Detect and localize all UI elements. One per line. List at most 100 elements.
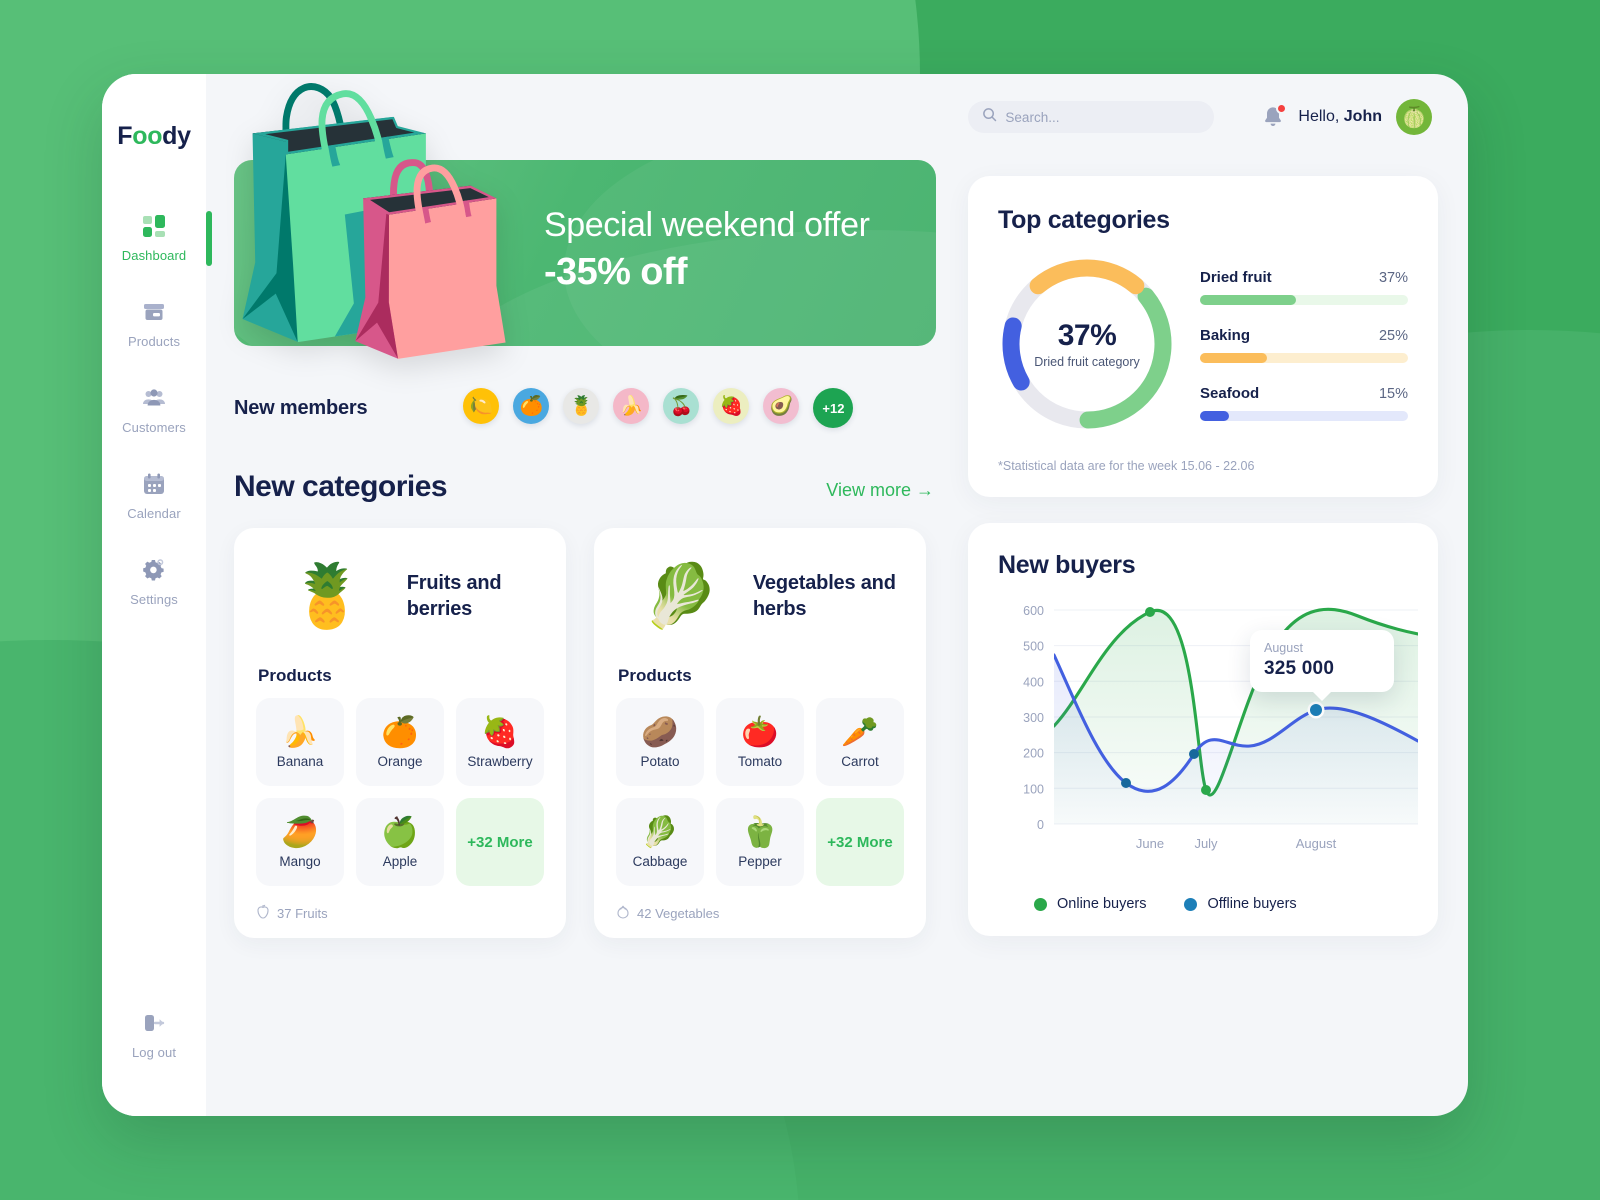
y-tick-600: 600	[1023, 604, 1044, 618]
banana-icon: 🍌	[281, 715, 319, 749]
avatar[interactable]: 🍈	[1396, 99, 1432, 135]
chart-legend: Online buyers Offline buyers	[998, 896, 1408, 912]
legend-item-offline[interactable]: Offline buyers	[1184, 896, 1297, 912]
donut-chart: 37% Dried fruit category	[998, 255, 1176, 433]
dashboard-icon	[141, 213, 167, 239]
product-name: Cabbage	[632, 853, 688, 869]
product-tile[interactable]: 🍊 Orange	[356, 698, 444, 786]
product-name: Strawberry	[467, 753, 533, 769]
carrot-icon: 🥕	[841, 715, 879, 749]
product-tile[interactable]: 🍌 Banana	[256, 698, 344, 786]
product-tile[interactable]: 🥬 Cabbage	[616, 798, 704, 886]
category-bar-track	[1200, 295, 1408, 305]
sidebar: Foody Dashboard Products Customers Calen…	[102, 74, 212, 1116]
category-name: Fruits and berries	[406, 572, 502, 620]
greeting-text: Hello, John	[1298, 108, 1382, 126]
tomato-icon: 🍅	[741, 715, 779, 749]
sidebar-item-label: Products	[127, 334, 181, 349]
logo-part-1: F	[117, 122, 133, 150]
category-name: Vegetables and herbs	[752, 572, 896, 620]
sidebar-item-dashboard[interactable]: Dashboard	[102, 195, 212, 281]
search-input[interactable]	[1005, 109, 1201, 125]
product-name: Carrot	[841, 753, 879, 769]
product-name: Banana	[276, 753, 324, 769]
product-name: Pepper	[738, 853, 782, 869]
gear-icon	[141, 557, 167, 583]
y-tick-400: 400	[1023, 675, 1044, 689]
member-avatar[interactable]: 🍓	[713, 388, 750, 424]
people-icon	[141, 385, 167, 411]
donut-caption: Dried fruit category	[1034, 355, 1140, 369]
member-avatar[interactable]: 🍍	[563, 388, 600, 424]
notification-bell-button[interactable]	[1262, 103, 1288, 129]
product-name: Potato	[640, 753, 680, 769]
y-tick-100: 100	[1023, 782, 1044, 796]
product-grid: 🍌 Banana 🍊 Orange 🍓 Strawberry 🥭 Mango 🍏…	[256, 698, 544, 886]
member-avatar[interactable]: 🍌	[613, 388, 650, 424]
search-icon	[982, 107, 997, 127]
category-bar-percent: 37%	[1378, 270, 1408, 286]
app-logo[interactable]: Foody	[117, 122, 191, 151]
category-footer: 42 Vegetables	[616, 904, 904, 922]
data-point-online-july	[1201, 785, 1211, 795]
product-name: Tomato	[737, 753, 783, 769]
legend-item-online[interactable]: Online buyers	[1034, 896, 1146, 912]
category-bar-fill	[1200, 295, 1296, 305]
strawberry-icon: 🍓	[481, 715, 519, 749]
product-tile[interactable]: 🍏 Apple	[356, 798, 444, 886]
legend-label-online: Online buyers	[1057, 896, 1147, 912]
category-count: 37 Fruits	[277, 905, 328, 921]
cabbage-icon: 🥬	[641, 815, 679, 849]
user-zone: Hello, John 🍈	[1262, 99, 1432, 135]
category-card-fruits[interactable]: 🍍 Fruits and berries Products 🍌 Banana 🍊…	[234, 528, 566, 938]
calendar-icon	[141, 471, 167, 497]
member-avatar-glyph: 🍋	[469, 396, 494, 417]
sidebar-item-products[interactable]: Products	[102, 281, 206, 367]
search-box[interactable]	[968, 101, 1215, 133]
member-avatar[interactable]: 🍊	[513, 388, 550, 424]
sidebar-item-label: Customers	[122, 420, 186, 435]
fruits-basket-image: 🍍	[288, 562, 366, 631]
member-avatar[interactable]: 🍒	[663, 388, 700, 424]
promo-banner[interactable]: Special weekend offer -35% off 🛍️	[218, 81, 936, 360]
member-avatar[interactable]: 🍋	[463, 388, 500, 424]
member-avatar-more[interactable]: +12	[813, 388, 854, 428]
y-tick-200: 200	[1023, 747, 1044, 761]
y-tick-300: 300	[1023, 711, 1044, 725]
legend-dot-offline	[1184, 897, 1198, 911]
category-bar-row: Baking 25%	[1200, 327, 1408, 363]
avatar-glyph: 🍈	[1401, 106, 1427, 129]
sidebar-item-calendar[interactable]: Calendar	[102, 453, 206, 539]
category-bar-name: Seafood	[1200, 385, 1260, 402]
product-tile[interactable]: 🫑 Pepper	[716, 798, 804, 886]
product-tile[interactable]: 🥔 Potato	[616, 698, 704, 786]
category-bar-fill	[1200, 353, 1267, 363]
sidebar-item-customers[interactable]: Customers	[102, 367, 206, 453]
x-tick-july: July	[1194, 836, 1218, 851]
view-more-link[interactable]: View more →	[826, 480, 934, 501]
sidebar-item-settings[interactable]: Settings	[102, 539, 206, 625]
pepper-icon: 🫑	[741, 815, 779, 849]
x-tick-june: June	[1136, 836, 1164, 851]
chart-tooltip: August 325 000	[1250, 630, 1394, 701]
more-products-button[interactable]: +32 More	[816, 798, 904, 886]
category-bar-percent: 25%	[1378, 328, 1408, 344]
member-avatar[interactable]: 🥑	[763, 388, 800, 424]
member-avatar-list: 🍋 🍊 🍍 🍌 🍒 🍓 🥑 +12	[463, 388, 854, 428]
more-products-button[interactable]: +32 More	[456, 798, 544, 886]
product-tile[interactable]: 🍅 Tomato	[716, 698, 804, 786]
product-name: Orange	[377, 753, 423, 769]
logout-label: Log out	[131, 1045, 177, 1060]
sidebar-item-label: Dashboard	[121, 248, 187, 263]
category-card-vegetables[interactable]: 🥬 Vegetables and herbs Products 🥔 Potato…	[594, 528, 926, 938]
logout-button[interactable]: Log out	[102, 1010, 206, 1060]
product-tile[interactable]: 🥭 Mango	[256, 798, 344, 886]
product-tile[interactable]: 🥕 Carrot	[816, 698, 904, 786]
greeting-prefix: Hello,	[1298, 108, 1344, 125]
user-name: John	[1343, 108, 1382, 125]
tooltip-label: August	[1264, 641, 1303, 655]
logo-part-2: oo	[132, 122, 163, 150]
product-tile[interactable]: 🍓 Strawberry	[456, 698, 544, 786]
top-categories-card: Top categories 37% Dried fruit category …	[968, 176, 1438, 497]
category-card-header: 🥬 Vegetables and herbs	[616, 550, 904, 644]
